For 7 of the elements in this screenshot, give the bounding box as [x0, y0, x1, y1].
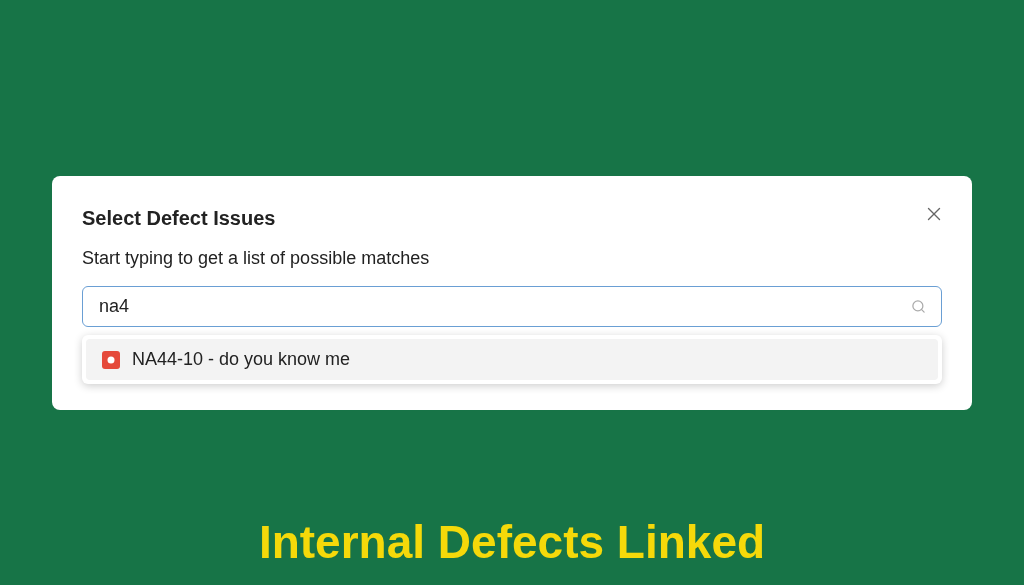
search-icon [911, 299, 926, 314]
caption: Internal Defects Linked [258, 515, 766, 570]
search-field[interactable]: na4 [82, 286, 942, 327]
hint-text: Start typing to get a list of possible matches [82, 247, 431, 269]
bug-icon [102, 350, 120, 369]
dialog-title: Select Defect Issues [82, 206, 276, 230]
result-item[interactable]: NA44-10 - do you know me [86, 339, 938, 380]
